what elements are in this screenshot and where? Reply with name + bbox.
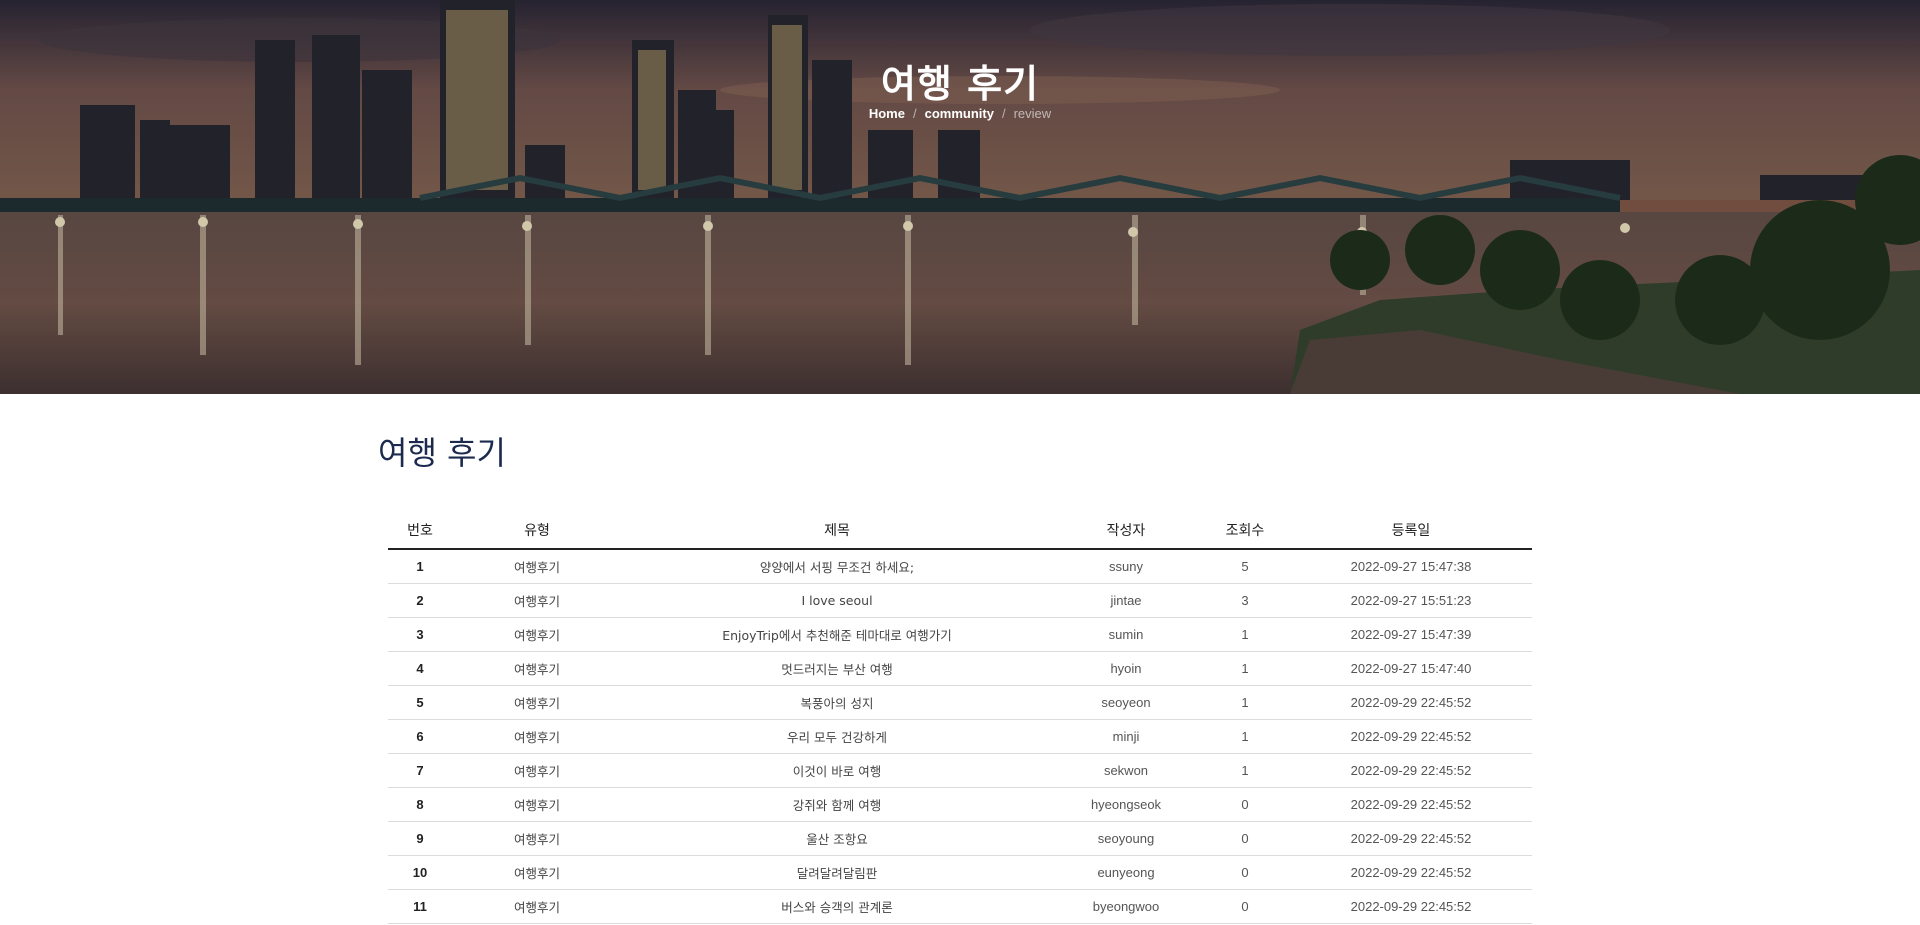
cell-type: 여행후기 <box>452 617 622 652</box>
table-row[interactable]: 2 여행후기 I love seoul jintae 3 2022-09-27 15:51… <box>388 583 1532 618</box>
cell-views: 0 <box>1200 821 1290 856</box>
cell-author: minji <box>1052 719 1200 754</box>
cell-date: 2022-09-29 22:45:52 <box>1290 855 1532 890</box>
table-row[interactable]: 1 여행후기 양양에서 서핑 무조건 하세요; ssuny 5 2022-09-27 15… <box>388 549 1532 584</box>
cell-date: 2022-09-27 15:47:38 <box>1290 549 1532 584</box>
cell-type: 여행후기 <box>452 583 622 618</box>
table-body: 1 여행후기 양양에서 서핑 무조건 하세요; ssuny 5 2022-09-27 15… <box>388 549 1532 924</box>
column-header-title: 제목 <box>622 512 1052 550</box>
cell-title[interactable]: 양양에서 서핑 무조건 하세요; <box>622 549 1052 584</box>
cell-title[interactable]: 버스와 승객의 관계론 <box>622 889 1052 924</box>
hero-banner: 여행 후기 Home / community / review <box>0 0 1920 394</box>
table-row[interactable]: 5 여행후기 복풍아의 성지 seoyeon 1 2022-09-29 22:45:52 <box>388 685 1532 720</box>
cell-author: seoyeon <box>1052 685 1200 720</box>
page-title: 여행 후기 <box>378 434 506 472</box>
cell-type: 여행후기 <box>452 787 622 822</box>
cell-number: 11 <box>388 889 452 924</box>
cell-date: 2022-09-29 22:45:52 <box>1290 685 1532 720</box>
cell-title[interactable]: 멋드러지는 부산 여행 <box>622 651 1052 686</box>
cell-views: 0 <box>1200 787 1290 822</box>
table-header: 번호 유형 제목 작성자 조회수 등록일 <box>388 512 1532 550</box>
cell-type: 여행후기 <box>452 753 622 788</box>
cell-title[interactable]: I love seoul <box>622 583 1052 618</box>
cell-type: 여행후기 <box>452 651 622 686</box>
breadcrumb-separator: / <box>912 106 917 121</box>
cell-type: 여행후기 <box>452 685 622 720</box>
cell-date: 2022-09-29 22:45:52 <box>1290 753 1532 788</box>
cell-views: 1 <box>1200 617 1290 652</box>
cell-title[interactable]: 달려달려달림판 <box>622 855 1052 890</box>
cell-date: 2022-09-27 15:47:40 <box>1290 651 1532 686</box>
breadcrumb-home-link[interactable]: Home <box>869 106 905 121</box>
cell-views: 0 <box>1200 855 1290 890</box>
cell-title[interactable]: 복풍아의 성지 <box>622 685 1052 720</box>
hero-title: 여행 후기 <box>880 62 1040 107</box>
cell-title[interactable]: EnjoyTrip에서 추천해준 테마대로 여행가기 <box>622 617 1052 652</box>
table-row[interactable]: 4 여행후기 멋드러지는 부산 여행 hyoin 1 2022-09-27 15:47:4… <box>388 651 1532 686</box>
cell-date: 2022-09-29 22:45:52 <box>1290 889 1532 924</box>
cell-author: sumin <box>1052 617 1200 652</box>
cell-date: 2022-09-27 15:51:23 <box>1290 583 1532 618</box>
cell-author: byeongwoo <box>1052 889 1200 924</box>
table-row[interactable]: 11 여행후기 버스와 승객의 관계론 byeongwoo 0 2022-09-29 22… <box>388 889 1532 924</box>
table-row[interactable]: 10 여행후기 달려달려달림판 eunyeong 0 2022-09-29 22:45:5… <box>388 855 1532 890</box>
column-header-type: 유형 <box>452 512 622 550</box>
cell-number: 1 <box>388 549 452 584</box>
table-row[interactable]: 7 여행후기 이것이 바로 여행 sekwon 1 2022-09-29 22:45:52 <box>388 753 1532 788</box>
cell-views: 1 <box>1200 651 1290 686</box>
cell-author: jintae <box>1052 583 1200 618</box>
cell-date: 2022-09-27 15:47:39 <box>1290 617 1532 652</box>
table-row[interactable]: 9 여행후기 울산 조항요 seoyoung 0 2022-09-29 22:45:52 <box>388 821 1532 856</box>
breadcrumb-separator: / <box>1001 106 1006 121</box>
table-row[interactable]: 6 여행후기 우리 모두 건강하게 minji 1 2022-09-29 22:45:52 <box>388 719 1532 754</box>
table-row[interactable]: 8 여행후기 강쥐와 함께 여행 hyeongseok 0 2022-09-29 22:4… <box>388 787 1532 822</box>
cell-views: 0 <box>1200 889 1290 924</box>
cell-number: 8 <box>388 787 452 822</box>
cell-author: seoyoung <box>1052 821 1200 856</box>
column-header-date: 등록일 <box>1290 512 1532 550</box>
breadcrumb: Home / community / review <box>0 106 1920 121</box>
cell-date: 2022-09-29 22:45:52 <box>1290 719 1532 754</box>
cell-author: ssuny <box>1052 549 1200 584</box>
cell-number: 5 <box>388 685 452 720</box>
cell-author: hyoin <box>1052 651 1200 686</box>
cell-type: 여행후기 <box>452 821 622 856</box>
table-row[interactable]: 3 여행후기 EnjoyTrip에서 추천해준 테마대로 여행가기 sumin 1 202… <box>388 617 1532 652</box>
cell-number: 2 <box>388 583 452 618</box>
cell-title[interactable]: 이것이 바로 여행 <box>622 753 1052 788</box>
cell-author: eunyeong <box>1052 855 1200 890</box>
cell-type: 여행후기 <box>452 855 622 890</box>
cell-views: 3 <box>1200 583 1290 618</box>
cell-type: 여행후기 <box>452 719 622 754</box>
cell-title[interactable]: 강쥐와 함께 여행 <box>622 787 1052 822</box>
cell-views: 5 <box>1200 549 1290 584</box>
column-header-author: 작성자 <box>1052 512 1200 550</box>
breadcrumb-community-link[interactable]: community <box>925 106 994 121</box>
cell-number: 4 <box>388 651 452 686</box>
cell-number: 7 <box>388 753 452 788</box>
cell-views: 1 <box>1200 719 1290 754</box>
cell-title[interactable]: 울산 조항요 <box>622 821 1052 856</box>
cell-views: 1 <box>1200 753 1290 788</box>
cell-type: 여행후기 <box>452 549 622 584</box>
cell-date: 2022-09-29 22:45:52 <box>1290 787 1532 822</box>
breadcrumb-current: review <box>1013 106 1052 121</box>
cell-views: 1 <box>1200 685 1290 720</box>
cell-number: 10 <box>388 855 452 890</box>
column-header-views: 조회수 <box>1200 512 1290 550</box>
cell-number: 6 <box>388 719 452 754</box>
review-table: 번호 유형 제목 작성자 조회수 등록일 1 여행후기 양양에서 서핑 무조건 하세… <box>388 512 1532 924</box>
cell-author: sekwon <box>1052 753 1200 788</box>
column-header-number: 번호 <box>388 512 452 550</box>
cell-type: 여행후기 <box>452 889 622 924</box>
cell-date: 2022-09-29 22:45:52 <box>1290 821 1532 856</box>
cell-title[interactable]: 우리 모두 건강하게 <box>622 719 1052 754</box>
cell-number: 3 <box>388 617 452 652</box>
cell-author: hyeongseok <box>1052 787 1200 822</box>
cell-number: 9 <box>388 821 452 856</box>
